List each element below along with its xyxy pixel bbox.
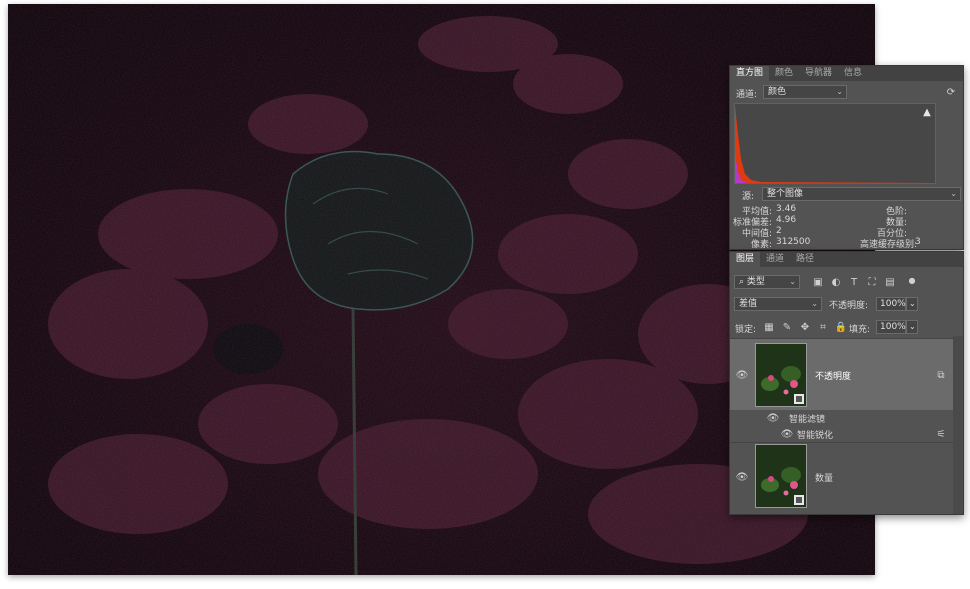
chevron-down-icon: ⌄ bbox=[789, 277, 796, 286]
lock-all-icon[interactable]: 🔒 bbox=[835, 321, 847, 333]
histogram-panel: 直方图 颜色 导航器 信息 通道: 颜色 ⌄ ⟳ ▲ 源: 整个图像 ⌄ 平均值… bbox=[729, 65, 964, 250]
lock-image-pixels-icon[interactable]: ✎ bbox=[781, 321, 793, 333]
chevron-down-icon: ⌄ bbox=[836, 87, 843, 96]
layer-row-opacity[interactable]: 👁 不透明度 ⧉ bbox=[730, 338, 953, 411]
layer-thumbnail[interactable] bbox=[755, 343, 807, 407]
smart-filters-row[interactable]: 👁 智能滤镜 bbox=[730, 410, 953, 426]
stat-pixels-value: 312500 bbox=[776, 237, 811, 247]
tab-layers[interactable]: 图层 bbox=[730, 252, 761, 267]
stat-stddev-value: 4.96 bbox=[776, 215, 797, 225]
lock-transparent-pixels-icon[interactable]: ▦ bbox=[763, 321, 775, 333]
opacity-slider-toggle[interactable]: ⌄ bbox=[906, 297, 918, 311]
smart-object-badge-icon[interactable]: ⧉ bbox=[935, 369, 947, 381]
smart-object-filter-icon[interactable]: ▤ bbox=[884, 276, 896, 288]
layer-filter-value: 类型 bbox=[746, 277, 765, 287]
source-label: 源: bbox=[742, 192, 755, 202]
stat-cache-level-label: 高速缓存级别: bbox=[859, 240, 917, 250]
histogram-graph: ▲ bbox=[734, 103, 936, 184]
channel-label: 通道: bbox=[736, 90, 758, 100]
channel-select[interactable]: 颜色 ⌄ bbox=[763, 85, 847, 99]
type-layer-filter-icon[interactable]: T bbox=[848, 276, 860, 288]
lock-label: 锁定: bbox=[735, 325, 757, 335]
visibility-eye-icon[interactable]: 👁 bbox=[767, 412, 780, 424]
filter-toggle-icon[interactable]: ● bbox=[906, 274, 918, 286]
fill-slider-toggle[interactable]: ⌄ bbox=[906, 320, 918, 334]
smart-sharpen-row[interactable]: 👁 智能锐化 ⚟ bbox=[730, 426, 953, 443]
histogram-tab-bar: 直方图 颜色 导航器 信息 bbox=[730, 66, 963, 81]
stat-cache-level-value: 3 bbox=[915, 237, 921, 247]
search-icon: ⌕ bbox=[739, 277, 747, 287]
visibility-eye-icon[interactable]: 👁 bbox=[781, 428, 794, 440]
layers-scrollbar[interactable] bbox=[953, 336, 963, 514]
channel-select-value: 颜色 bbox=[768, 87, 787, 97]
fill-label: 填充: bbox=[849, 325, 871, 335]
filter-blending-options-icon[interactable]: ⚟ bbox=[935, 428, 947, 440]
visibility-eye-icon[interactable]: 👁 bbox=[736, 369, 749, 381]
layer-filter-select[interactable]: ⌕ 类型 ⌄ bbox=[734, 275, 800, 289]
warning-triangle-icon[interactable]: ▲ bbox=[921, 106, 933, 118]
tab-histogram[interactable]: 直方图 bbox=[730, 66, 770, 81]
layer-thumbnail[interactable] bbox=[755, 444, 807, 508]
opacity-label: 不透明度: bbox=[829, 301, 869, 311]
layer-row-amount[interactable]: 👁 数量 bbox=[730, 443, 953, 513]
layers-panel: 图层 通道 路径 ⌕ 类型 ⌄ ▣ ◐ T ⛶ ▤ ● 差值 ⌄ 不透明度: 1… bbox=[729, 251, 964, 515]
smart-filters-label: 智能滤镜 bbox=[789, 415, 826, 425]
tab-navigator[interactable]: 导航器 bbox=[799, 66, 838, 81]
lock-position-icon[interactable]: ✥ bbox=[799, 321, 811, 333]
blend-mode-select[interactable]: 差值 ⌄ bbox=[734, 297, 822, 311]
visibility-eye-icon[interactable]: 👁 bbox=[736, 471, 749, 483]
shape-layer-filter-icon[interactable]: ⛶ bbox=[866, 276, 878, 288]
stat-mean-value: 3.46 bbox=[776, 204, 797, 214]
layer-name[interactable]: 数量 bbox=[815, 471, 833, 484]
fill-input[interactable]: 100% bbox=[876, 320, 906, 334]
tab-info[interactable]: 信息 bbox=[838, 66, 868, 81]
adjustment-layer-filter-icon[interactable]: ◐ bbox=[830, 276, 842, 288]
layers-tab-bar: 图层 通道 路径 bbox=[730, 252, 963, 267]
opacity-input[interactable]: 100% bbox=[876, 297, 906, 311]
rose-thumbnail-image bbox=[756, 445, 806, 507]
tab-channels[interactable]: 通道 bbox=[760, 252, 790, 267]
chevron-down-icon: ⌄ bbox=[950, 189, 957, 198]
blend-mode-value: 差值 bbox=[739, 299, 758, 309]
chevron-down-icon: ⌄ bbox=[811, 299, 818, 308]
stat-pixels-label: 像素: bbox=[750, 240, 772, 250]
stat-median-value: 2 bbox=[776, 226, 782, 236]
rose-thumbnail-image bbox=[756, 344, 806, 406]
tab-paths[interactable]: 路径 bbox=[790, 252, 820, 267]
tab-color[interactable]: 颜色 bbox=[769, 66, 799, 81]
layer-name[interactable]: 不透明度 bbox=[815, 369, 851, 382]
source-select-value: 整个图像 bbox=[767, 189, 804, 199]
histogram-curve bbox=[735, 106, 935, 183]
smart-sharpen-label: 智能锐化 bbox=[797, 431, 834, 441]
source-select[interactable]: 整个图像 ⌄ bbox=[762, 187, 961, 201]
refresh-icon[interactable]: ⟳ bbox=[945, 86, 957, 98]
lock-artboard-icon[interactable]: ⌗ bbox=[817, 321, 829, 333]
pixel-layer-filter-icon[interactable]: ▣ bbox=[812, 276, 824, 288]
